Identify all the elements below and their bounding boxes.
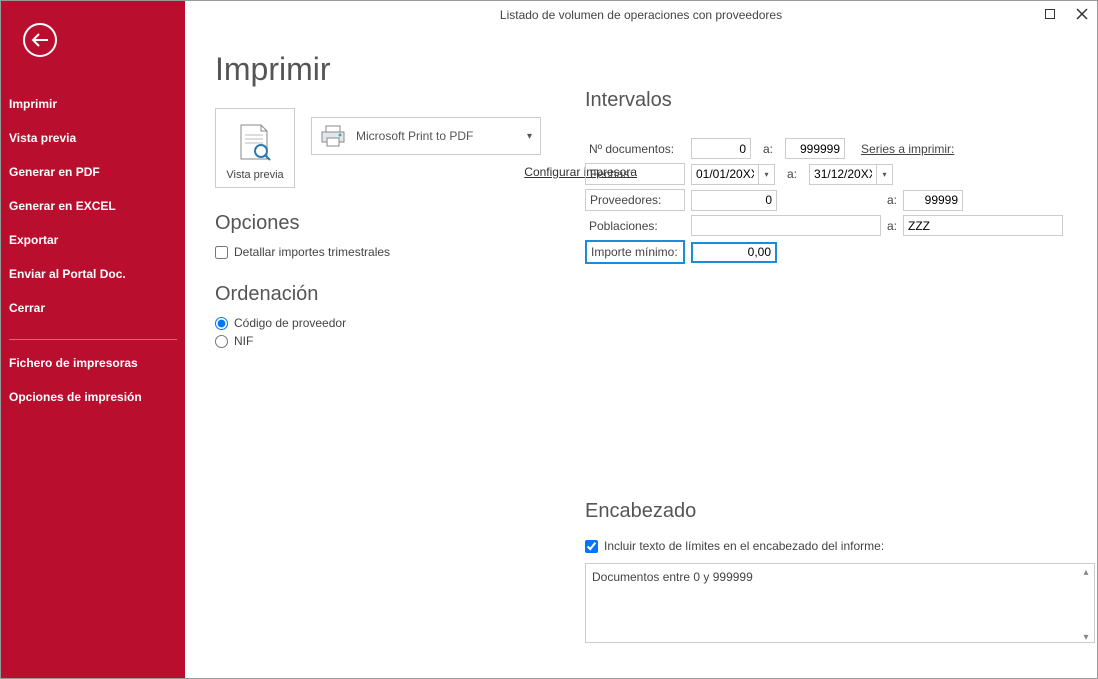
sidebar-list: Imprimir Vista previa Generar en PDF Gen… bbox=[1, 87, 185, 414]
sort-nif-label: NIF bbox=[234, 334, 253, 348]
date-to-combo: ▾ bbox=[809, 164, 893, 185]
print-dialog-window: Listado de volumen de operaciones con pr… bbox=[0, 0, 1098, 679]
prov-to-input[interactable] bbox=[903, 190, 963, 211]
header-section: Encabezado Incluir texto de límites en e… bbox=[585, 500, 1073, 646]
a-label: a: bbox=[763, 142, 773, 156]
chevron-down-icon: ▾ bbox=[527, 131, 532, 142]
preview-button[interactable]: Vista previa bbox=[215, 108, 295, 188]
include-limits-checkbox[interactable] bbox=[585, 540, 598, 553]
sort-codigo-radio[interactable] bbox=[215, 317, 228, 330]
a-label: a: bbox=[887, 219, 897, 233]
prov-from-input[interactable] bbox=[691, 190, 777, 211]
docs-to-input[interactable] bbox=[785, 138, 845, 159]
scroll-down-icon[interactable]: ▾ bbox=[1079, 630, 1093, 644]
date-from-dropdown[interactable]: ▾ bbox=[759, 164, 775, 185]
back-button[interactable] bbox=[23, 23, 57, 57]
sidebar-separator bbox=[9, 339, 177, 340]
arrow-left-icon bbox=[31, 33, 49, 47]
date-to-dropdown[interactable]: ▾ bbox=[877, 164, 893, 185]
sidebar-item-cerrar[interactable]: Cerrar bbox=[1, 291, 185, 325]
pobl-label: Poblaciones: bbox=[585, 216, 685, 236]
docs-from-input[interactable] bbox=[691, 138, 751, 159]
pobl-to-input[interactable] bbox=[903, 215, 1063, 236]
row-proveedores: Proveedores: a: bbox=[585, 189, 1073, 211]
date-from-combo: ▾ bbox=[691, 164, 775, 185]
printer-name: Microsoft Print to PDF bbox=[356, 129, 473, 143]
page-title: Imprimir bbox=[215, 51, 1067, 88]
row-poblaciones: Poblaciones: a: bbox=[585, 215, 1073, 236]
sidebar-item-opciones-impresion[interactable]: Opciones de impresión bbox=[1, 380, 185, 414]
sidebar-item-fichero-impresoras[interactable]: Fichero de impresoras bbox=[1, 346, 185, 380]
docs-label: Nº documentos: bbox=[585, 139, 685, 159]
sidebar-item-generar-pdf[interactable]: Generar en PDF bbox=[1, 155, 185, 189]
include-limits-row: Incluir texto de límites en el encabezad… bbox=[585, 539, 1073, 553]
series-link[interactable]: Series a imprimir: bbox=[861, 142, 954, 156]
pobl-from-input[interactable] bbox=[691, 215, 881, 236]
sidebar-item-vista-previa[interactable]: Vista previa bbox=[1, 121, 185, 155]
importe-label: Importe mínimo: bbox=[585, 240, 685, 264]
sidebar-item-enviar-portal[interactable]: Enviar al Portal Doc. bbox=[1, 257, 185, 291]
dates-label[interactable]: Fechas: bbox=[585, 163, 685, 185]
row-fechas: Fechas: ▾ a: ▾ bbox=[585, 163, 1073, 185]
detail-quarterly-label: Detallar importes trimestrales bbox=[234, 245, 390, 259]
header-heading: Encabezado bbox=[585, 500, 1073, 523]
importe-input[interactable] bbox=[691, 242, 777, 263]
header-textarea-wrap: ▴ ▾ bbox=[585, 563, 1095, 646]
document-preview-icon bbox=[237, 123, 273, 163]
detail-quarterly-checkbox[interactable] bbox=[215, 246, 228, 259]
header-textarea[interactable] bbox=[585, 563, 1095, 643]
row-importe-minimo: Importe mínimo: bbox=[585, 240, 1073, 264]
sort-codigo-label: Código de proveedor bbox=[234, 316, 346, 330]
prov-label[interactable]: Proveedores: bbox=[585, 189, 685, 211]
right-panel: Intervalos Nº documentos: a: Series a im… bbox=[585, 89, 1073, 646]
intervals-heading: Intervalos bbox=[585, 89, 1073, 112]
include-limits-label: Incluir texto de límites en el encabezad… bbox=[604, 539, 884, 553]
preview-button-label: Vista previa bbox=[226, 169, 283, 181]
printer-select[interactable]: Microsoft Print to PDF ▾ bbox=[311, 117, 541, 155]
sidebar: Imprimir Vista previa Generar en PDF Gen… bbox=[1, 1, 185, 678]
scroll-up-icon[interactable]: ▴ bbox=[1079, 565, 1093, 579]
date-to-input[interactable] bbox=[809, 164, 877, 185]
sidebar-item-generar-excel[interactable]: Generar en EXCEL bbox=[1, 189, 185, 223]
printer-icon bbox=[320, 125, 346, 147]
a-label: a: bbox=[787, 167, 797, 181]
row-documentos: Nº documentos: a: Series a imprimir: bbox=[585, 138, 1073, 159]
a-label: a: bbox=[887, 193, 897, 207]
content-area: Imprimir Vista previa bbox=[185, 1, 1097, 678]
sidebar-item-exportar[interactable]: Exportar bbox=[1, 223, 185, 257]
sidebar-item-imprimir[interactable]: Imprimir bbox=[1, 87, 185, 121]
sort-nif-radio[interactable] bbox=[215, 335, 228, 348]
date-from-input[interactable] bbox=[691, 164, 759, 185]
